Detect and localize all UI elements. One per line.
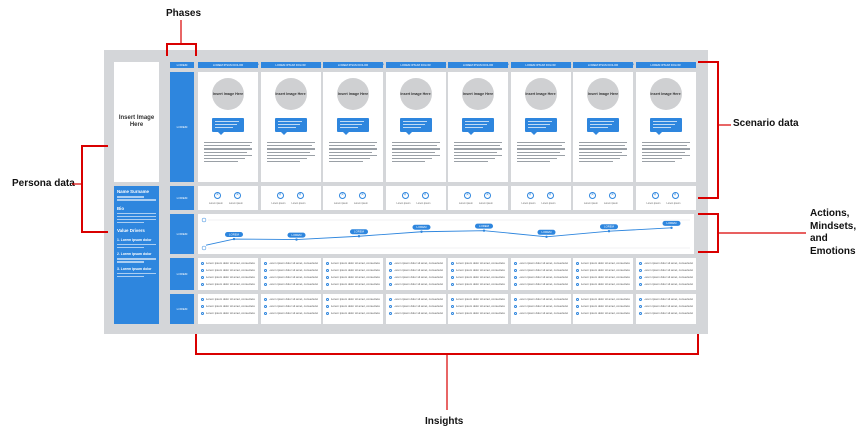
insights-bracket: [195, 334, 699, 355]
ame-bracket: [698, 213, 719, 253]
scenario-bracket: [698, 61, 719, 199]
phases-bracket: [166, 43, 197, 56]
annotation-brackets: [72, 20, 806, 410]
persona-bracket: [81, 145, 108, 233]
